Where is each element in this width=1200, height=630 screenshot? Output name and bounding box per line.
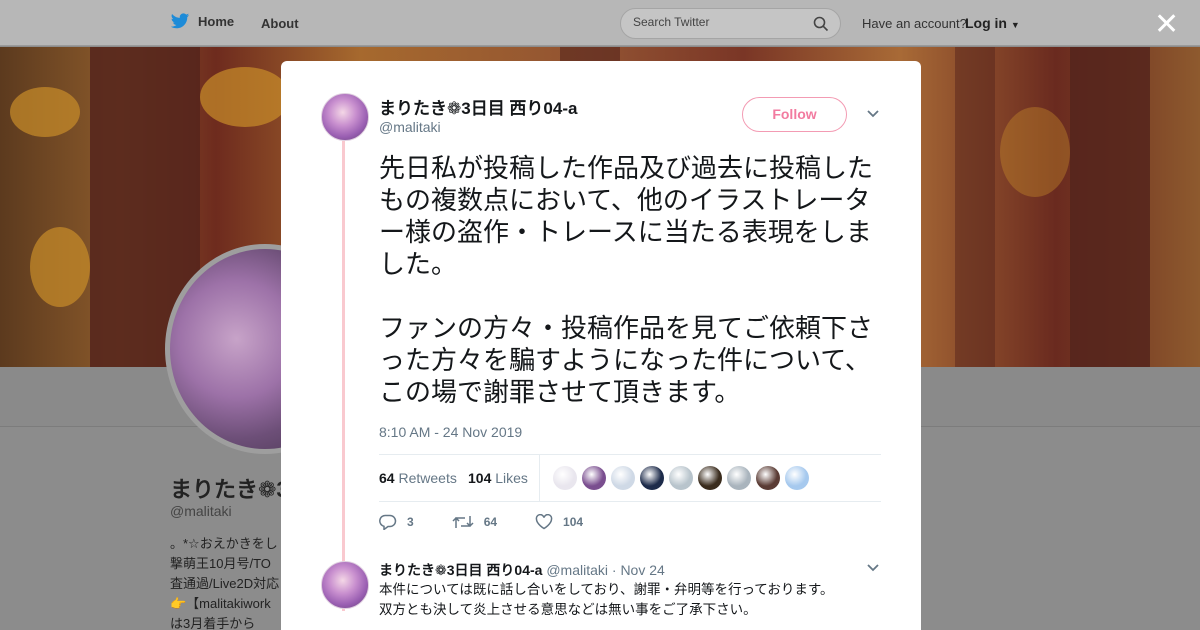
reply-header: まりたき❁3日目 西り04-a @malitaki · Nov 24 bbox=[379, 560, 665, 580]
nav-home-label: Home bbox=[198, 14, 235, 29]
retweets-count: 64 bbox=[379, 470, 395, 486]
tweet-modal: まりたき❁3日目 西り04-a @malitaki Follow 先日私が投稿し… bbox=[281, 61, 921, 630]
login-label: Log in bbox=[965, 15, 1007, 31]
profile-name: まりたき❁3 bbox=[170, 477, 289, 502]
thread-line bbox=[342, 141, 345, 611]
search-input[interactable] bbox=[633, 15, 803, 29]
reply-date[interactable]: · Nov 24 bbox=[612, 562, 665, 578]
bio-line[interactable]: 👉【malitakiwork bbox=[170, 594, 279, 614]
liker-avatar[interactable] bbox=[756, 466, 780, 490]
reply-line: 本件については既に話し合いをしており、謝罪・弁明等を行っております。 bbox=[379, 582, 834, 598]
bio-line: 撃萌王10月号/TO bbox=[170, 556, 271, 571]
tweet-actions: 3 64 104 bbox=[379, 514, 621, 530]
reply-action[interactable]: 3 bbox=[379, 514, 414, 530]
nav-about-link[interactable]: About bbox=[261, 16, 299, 31]
liker-avatar[interactable] bbox=[640, 466, 664, 490]
reply-author-handle[interactable]: @malitaki bbox=[546, 562, 608, 578]
liker-avatar[interactable] bbox=[582, 466, 606, 490]
reply-author-avatar[interactable] bbox=[321, 561, 369, 609]
liker-avatar[interactable] bbox=[698, 466, 722, 490]
liker-avatar[interactable] bbox=[553, 466, 577, 490]
retweets-stat[interactable]: 64 Retweets bbox=[379, 470, 457, 486]
like-action[interactable]: 104 bbox=[535, 514, 583, 530]
caret-down-icon: ▼ bbox=[1010, 20, 1020, 30]
chevron-down-icon[interactable] bbox=[866, 563, 880, 573]
bio-line: 。*☆おえかきをし bbox=[170, 536, 278, 551]
author-name[interactable]: まりたき❁3日目 西り04-a bbox=[379, 94, 577, 119]
like-count: 104 bbox=[563, 515, 584, 529]
reply-line: 双方とも決して炎上させる意思などは無い事をご了承下さい。 bbox=[379, 602, 757, 618]
twitter-bird-icon bbox=[170, 13, 190, 29]
retweet-icon bbox=[452, 516, 474, 528]
reply-count: 3 bbox=[407, 515, 414, 529]
chevron-down-icon[interactable] bbox=[866, 109, 880, 119]
liker-avatar[interactable] bbox=[727, 466, 751, 490]
retweet-action[interactable]: 64 bbox=[452, 514, 497, 530]
liker-avatar[interactable] bbox=[785, 466, 809, 490]
author-avatar[interactable] bbox=[321, 93, 369, 141]
liker-avatar[interactable] bbox=[669, 466, 693, 490]
profile-bio: 。*☆おえかきをし 撃萌王10月号/TO 査通過/Live2D対応 👉【mali… bbox=[170, 534, 279, 630]
reply-author-name[interactable]: まりたき❁3日目 西り04-a bbox=[379, 562, 542, 578]
likes-count: 104 bbox=[468, 470, 492, 486]
have-account-text: Have an account? bbox=[862, 16, 967, 31]
search-icon[interactable] bbox=[813, 16, 829, 32]
tweet-timestamp[interactable]: 8:10 AM - 24 Nov 2019 bbox=[379, 424, 522, 440]
profile-handle: @malitaki bbox=[170, 503, 232, 519]
heart-icon bbox=[535, 514, 553, 530]
likes-label: Likes bbox=[495, 470, 528, 486]
bio-line: 査通過/Live2D対応 bbox=[170, 576, 280, 591]
search-box[interactable] bbox=[620, 8, 841, 39]
login-dropdown[interactable]: Log in ▼ bbox=[965, 15, 1020, 31]
liker-avatar[interactable] bbox=[611, 466, 635, 490]
bio-line: は3月着手から bbox=[170, 616, 256, 630]
likers-avatars bbox=[553, 466, 809, 490]
close-icon[interactable]: ✕ bbox=[1154, 10, 1179, 40]
tweet-text: 先日私が投稿した作品及び過去に投稿したもの複数点において、他のイラストレーター様… bbox=[379, 154, 874, 408]
tweet-stats: 64 Retweets 104 Likes bbox=[379, 454, 881, 502]
reply-icon bbox=[379, 514, 397, 530]
stats-divider bbox=[539, 455, 540, 502]
nav-home-link[interactable]: Home bbox=[170, 13, 234, 30]
top-nav: Home About Have an account? Log in ▼ bbox=[0, 0, 1200, 46]
follow-button[interactable]: Follow bbox=[742, 97, 847, 132]
likes-stat[interactable]: 104 Likes bbox=[468, 470, 528, 486]
retweet-count: 64 bbox=[483, 515, 498, 529]
author-handle[interactable]: @malitaki bbox=[379, 119, 441, 135]
retweets-label: Retweets bbox=[398, 470, 457, 486]
reply-text: 本件については既に話し合いをしており、謝罪・弁明等を行っております。 双方とも決… bbox=[379, 580, 834, 620]
